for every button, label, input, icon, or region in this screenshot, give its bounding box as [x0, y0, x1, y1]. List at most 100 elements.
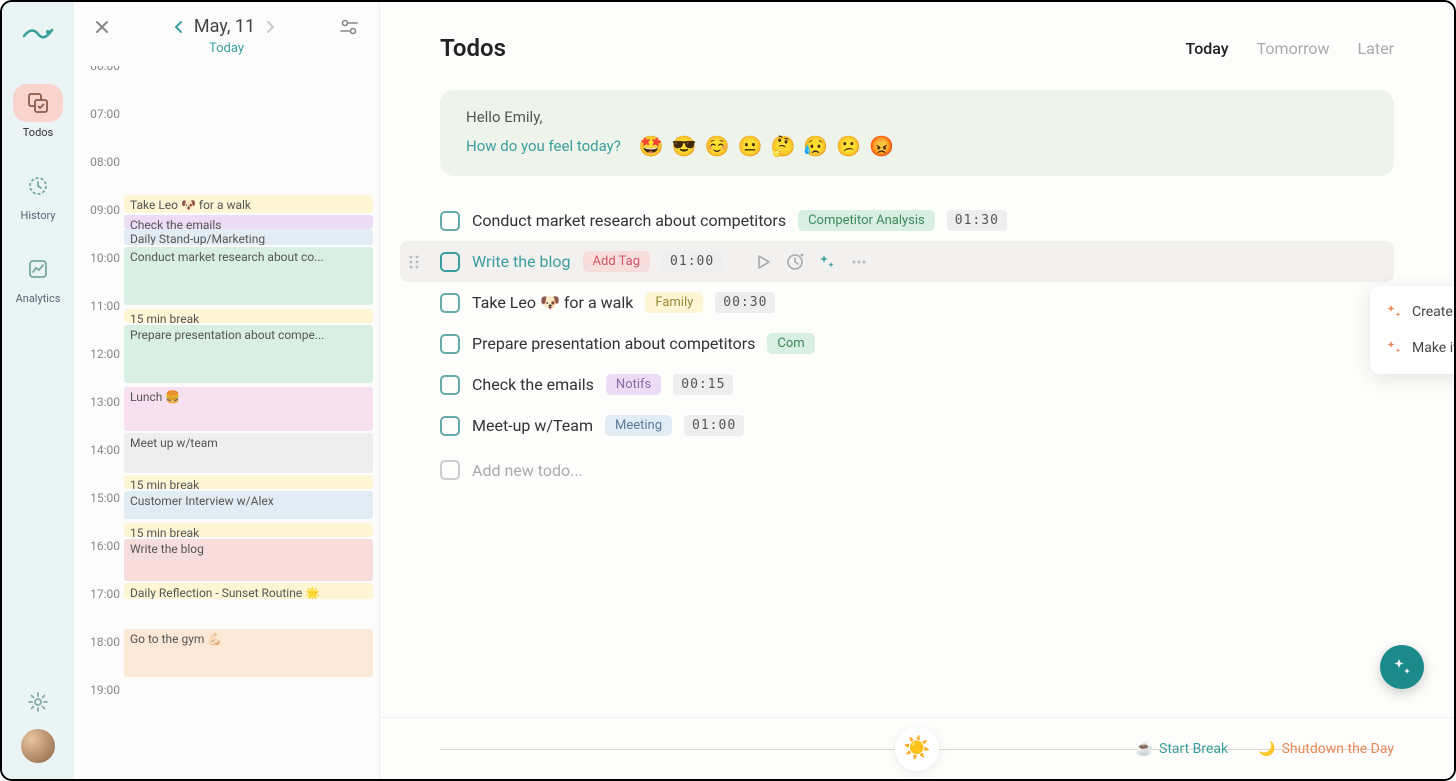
mood-emoji[interactable]: 😕: [836, 134, 861, 158]
calendar-event[interactable]: 15 min break: [124, 523, 373, 537]
todo-text: Meet-up w/Team: [472, 416, 593, 435]
hour-label: 14:00: [80, 443, 120, 457]
more-icon[interactable]: [850, 253, 868, 271]
hour-label: 06:00: [80, 66, 120, 73]
menu-label: Make it actionable: [1412, 340, 1456, 356]
shutdown-day-button[interactable]: 🌙 Shutdown the Day: [1258, 741, 1394, 757]
mood-emoji[interactable]: 🤩: [639, 134, 664, 158]
day-progress-indicator[interactable]: ☀️: [895, 727, 939, 771]
add-todo-checkbox: [440, 460, 460, 480]
mood-emoji[interactable]: 😎: [672, 134, 697, 158]
todo-item[interactable]: Conduct market research about competitor…: [440, 200, 1394, 241]
calendar-event[interactable]: 15 min break: [124, 475, 373, 489]
todo-time: 01:00: [684, 415, 744, 436]
calendar-settings-button[interactable]: [339, 19, 359, 35]
calendar-event[interactable]: Take Leo 🐶 for a walk: [124, 195, 373, 213]
mood-emoji[interactable]: 😥: [803, 134, 828, 158]
user-avatar[interactable]: [21, 729, 55, 763]
calendar-event[interactable]: Lunch 🍔: [124, 387, 373, 431]
play-icon[interactable]: [754, 253, 772, 271]
calendar-event[interactable]: Daily Stand-up/Marketing: [124, 229, 373, 245]
mood-emoji[interactable]: ☺️: [705, 134, 730, 158]
hour-label: 19:00: [80, 683, 120, 697]
mood-emoji[interactable]: 😐: [738, 134, 763, 158]
todo-text: Check the emails: [472, 375, 594, 394]
coffee-icon: ☕: [1136, 741, 1153, 757]
hour-label: 07:00: [80, 107, 120, 121]
todo-item[interactable]: Prepare presentation about competitors C…: [440, 323, 1394, 364]
menu-make-actionable[interactable]: Make it actionable: [1370, 330, 1456, 366]
todo-list: Conduct market research about competitor…: [380, 200, 1454, 494]
hour-label: 16:00: [80, 539, 120, 553]
hour-label: 11:00: [80, 299, 120, 313]
calendar-event[interactable]: Go to the gym 💪🏻: [124, 629, 373, 677]
todo-checkbox[interactable]: [440, 293, 460, 313]
hour-label: 17:00: [80, 587, 120, 601]
context-menu: Create subtask Make it actionable: [1370, 286, 1456, 374]
tab-tomorrow[interactable]: Tomorrow: [1257, 39, 1330, 58]
todo-tag[interactable]: Com: [767, 333, 814, 354]
todo-item[interactable]: Meet-up w/Team Meeting 01:00: [440, 405, 1394, 446]
sidebar-item-todos[interactable]: Todos: [13, 84, 63, 139]
greeting-question: How do you feel today?: [466, 137, 621, 155]
mood-emoji[interactable]: 😡: [869, 134, 894, 158]
todo-text: Write the blog: [472, 252, 571, 271]
sidebar-item-label: History: [21, 209, 56, 222]
todo-tag[interactable]: Competitor Analysis: [798, 210, 935, 231]
todo-checkbox[interactable]: [440, 334, 460, 354]
schedule-icon[interactable]: [786, 253, 804, 271]
next-day-button[interactable]: [265, 19, 277, 35]
start-break-button[interactable]: ☕ Start Break: [1136, 741, 1229, 757]
gear-icon: [27, 691, 49, 713]
main-panel: Todos Today Tomorrow Later Hello Emily, …: [380, 2, 1454, 779]
todo-text: Conduct market research about competitor…: [472, 211, 786, 230]
ai-fab-button[interactable]: [1380, 645, 1424, 689]
prev-day-button[interactable]: [172, 19, 184, 35]
add-tag-button[interactable]: Add Tag: [583, 251, 651, 272]
greeting-card: Hello Emily, How do you feel today? 🤩 😎 …: [440, 90, 1394, 176]
menu-create-subtask[interactable]: Create subtask: [1370, 294, 1456, 330]
start-break-label: Start Break: [1159, 741, 1228, 757]
todo-checkbox[interactable]: [440, 211, 460, 231]
todo-checkbox[interactable]: [440, 375, 460, 395]
greeting-hello: Hello Emily,: [466, 108, 1368, 126]
todo-tag[interactable]: Meeting: [605, 415, 672, 436]
sparkle-icon[interactable]: [818, 253, 836, 271]
todo-time: 00:15: [673, 374, 733, 395]
drag-handle-icon[interactable]: [408, 254, 420, 270]
settings-button[interactable]: [27, 691, 49, 713]
menu-label: Create subtask: [1412, 304, 1456, 320]
sidebar-item-history[interactable]: History: [13, 167, 63, 222]
todo-tag[interactable]: Family: [645, 292, 703, 313]
todo-item[interactable]: Take Leo 🐶 for a walk Family 00:30: [440, 282, 1394, 323]
tab-later[interactable]: Later: [1358, 39, 1394, 58]
hour-label: 09:00: [80, 203, 120, 217]
history-icon: [27, 175, 49, 197]
todos-icon: [27, 92, 49, 114]
sparkle-icon: [1392, 657, 1412, 677]
analytics-icon: [27, 258, 49, 280]
todo-tag[interactable]: Notifs: [606, 374, 661, 395]
hour-label: 13:00: [80, 395, 120, 409]
app-logo-icon: [22, 22, 54, 44]
calendar-subtitle: Today: [74, 41, 379, 66]
todo-checkbox[interactable]: [440, 252, 460, 272]
hour-label: 08:00: [80, 155, 120, 169]
todo-item-selected[interactable]: Write the blog Add Tag 01:00: [400, 241, 1394, 282]
mood-emoji[interactable]: 🤔: [770, 134, 795, 158]
todo-text: Prepare presentation about competitors: [472, 334, 755, 353]
calendar-event[interactable]: Check the emails: [124, 215, 373, 229]
calendar-event[interactable]: 15 min break: [124, 309, 373, 323]
page-title: Todos: [440, 34, 1186, 62]
todo-checkbox[interactable]: [440, 416, 460, 436]
sidebar: Todos History Analytics: [2, 2, 74, 779]
close-calendar-button[interactable]: [94, 19, 110, 35]
todo-item[interactable]: Check the emails Notifs 00:15: [440, 364, 1394, 405]
hour-label: 12:00: [80, 347, 120, 361]
calendar-date: May, 11: [194, 16, 255, 37]
hour-label: 15:00: [80, 491, 120, 505]
timeline: 06:00 07:00 08:00 09:00 Take Leo 🐶 for a…: [74, 66, 379, 779]
add-todo-row[interactable]: Add new todo...: [440, 446, 1394, 494]
sidebar-item-analytics[interactable]: Analytics: [13, 250, 63, 305]
tab-today[interactable]: Today: [1186, 39, 1229, 58]
